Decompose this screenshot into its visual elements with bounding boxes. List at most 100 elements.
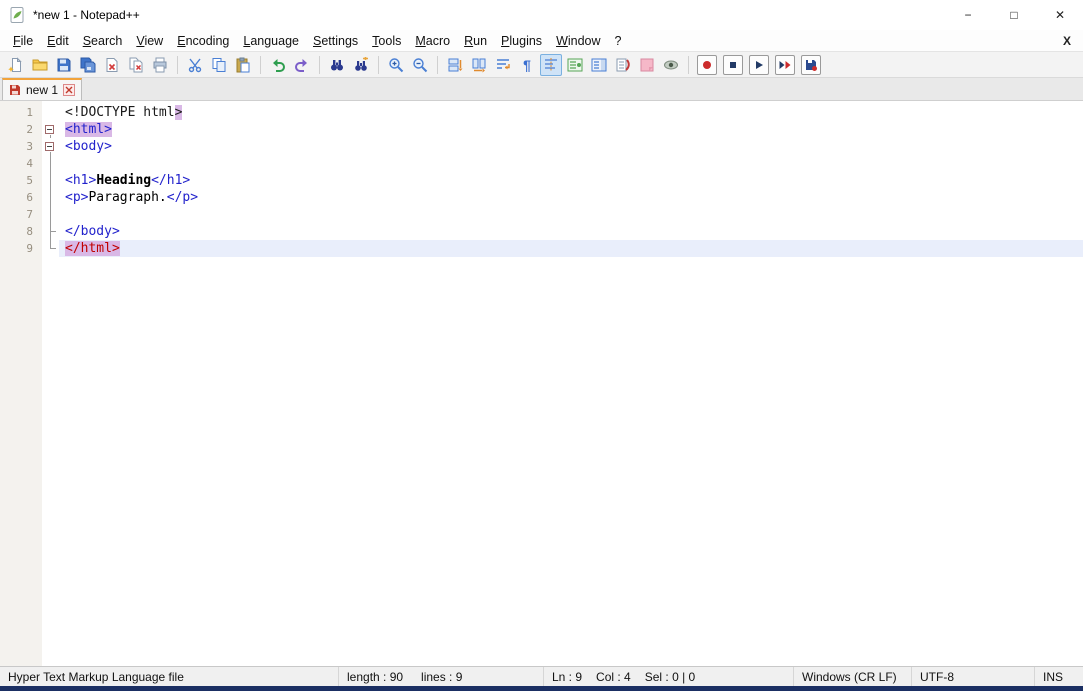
word-wrap-icon[interactable] [492,54,514,76]
show-all-characters-icon[interactable]: ¶ [516,54,538,76]
macro-run-multiple-icon[interactable] [775,55,795,75]
window-controls: − □ ✕ [945,0,1083,30]
replace-icon[interactable] [350,54,372,76]
print-icon[interactable] [149,54,171,76]
line-number: 2 [0,121,42,138]
status-encoding[interactable]: UTF-8 [912,667,1035,686]
tab-new-1[interactable]: new 1 [2,78,82,100]
undo-icon[interactable] [267,54,289,76]
macro-record-icon[interactable] [697,55,717,75]
fold-marker[interactable] [42,121,59,138]
fold-margin[interactable] [42,101,59,666]
paste-icon[interactable] [232,54,254,76]
code-line[interactable] [59,155,1083,172]
tab-label: new 1 [26,83,58,97]
status-bar: Hyper Text Markup Language file length :… [0,666,1083,686]
notepadpp-logo-icon [8,6,26,24]
code-line[interactable] [59,206,1083,223]
line-number-margin[interactable]: 123456789 [0,101,42,666]
window-title: *new 1 - Notepad++ [33,8,140,22]
menu-view[interactable]: View [129,32,170,50]
window-titlebar: *new 1 - Notepad++ − □ ✕ [0,0,1083,30]
menu-language[interactable]: Language [236,32,306,50]
save-all-icon[interactable] [77,54,99,76]
copy-icon[interactable] [208,54,230,76]
status-eol-format[interactable]: Windows (CR LF) [794,667,912,686]
menu-search[interactable]: Search [76,32,130,50]
tab-close-icon[interactable] [63,84,75,96]
document-map-icon[interactable] [588,54,610,76]
line-number: 3 [0,138,42,155]
zoom-in-icon[interactable] [385,54,407,76]
maximize-button[interactable]: □ [991,0,1037,30]
status-length-lines[interactable]: length : 90 lines : 9 [339,667,544,686]
macro-save-icon[interactable] [801,55,821,75]
menu-bar: File Edit Search View Encoding Language … [0,30,1083,51]
line-number: 4 [0,155,42,172]
toolbar-separator [260,56,261,74]
fold-marker[interactable] [42,138,59,155]
status-typing-mode[interactable]: INS [1035,667,1083,686]
open-folder-icon[interactable] [29,54,51,76]
code-line[interactable]: <html> [59,121,1083,138]
line-number: 1 [0,104,42,121]
find-icon[interactable] [326,54,348,76]
minimize-button[interactable]: − [945,0,991,30]
document-list-icon[interactable] [612,54,634,76]
close-document-icon[interactable] [101,54,123,76]
text-editor[interactable]: 123456789 <!DOCTYPE html><html><body> <h1… [0,100,1083,666]
line-number: 7 [0,206,42,223]
toolbar-separator [688,56,689,74]
code-line[interactable]: <!DOCTYPE html> [59,104,1083,121]
status-selection: Sel : 0 | 0 [645,670,695,684]
redo-icon[interactable] [291,54,313,76]
status-lines: lines : 9 [421,670,462,684]
close-all-documents-icon[interactable] [125,54,147,76]
status-length: length : 90 [347,670,403,684]
macro-stop-icon[interactable] [723,55,743,75]
menu-edit[interactable]: Edit [40,32,76,50]
code-area[interactable]: <!DOCTYPE html><html><body> <h1>Heading</… [59,101,1083,666]
menu-macro[interactable]: Macro [408,32,457,50]
sync-vertical-scrolling-icon[interactable] [444,54,466,76]
zoom-out-icon[interactable] [409,54,431,76]
close-button[interactable]: ✕ [1037,0,1083,30]
code-line[interactable]: <h1>Heading</h1> [59,172,1083,189]
close-document-x-button[interactable]: X [1063,34,1083,48]
status-doc-type[interactable]: Hyper Text Markup Language file [0,667,339,686]
fold-marker [42,240,59,257]
menu-run[interactable]: Run [457,32,494,50]
fold-marker [42,189,59,206]
fold-marker [42,223,59,240]
menu-plugins[interactable]: Plugins [494,32,549,50]
toolbar-separator [319,56,320,74]
show-indent-guide-icon[interactable] [540,54,562,76]
function-list-icon[interactable] [564,54,586,76]
menu-tools[interactable]: Tools [365,32,408,50]
status-column: Col : 4 [596,670,631,684]
fold-marker [42,155,59,172]
code-line[interactable]: </html> [59,240,1083,257]
monitoring-icon[interactable] [660,54,682,76]
code-line[interactable]: <body> [59,138,1083,155]
menu-file[interactable]: File [6,32,40,50]
window-bottom-edge [0,686,1083,691]
new-file-icon[interactable] [5,54,27,76]
status-cursor-position[interactable]: Ln : 9 Col : 4 Sel : 0 | 0 [544,667,794,686]
macro-play-icon[interactable] [749,55,769,75]
fold-marker [42,206,59,223]
menu-settings[interactable]: Settings [306,32,365,50]
code-line[interactable]: <p>Paragraph.</p> [59,189,1083,206]
fold-marker [42,172,59,189]
menu-window[interactable]: Window [549,32,607,50]
save-icon[interactable] [53,54,75,76]
post-it-icon[interactable] [636,54,658,76]
line-number: 8 [0,223,42,240]
tab-bar: new 1 [0,77,1083,100]
menu-encoding[interactable]: Encoding [170,32,236,50]
cut-icon[interactable] [184,54,206,76]
toolbar-separator [437,56,438,74]
code-line[interactable]: </body> [59,223,1083,240]
sync-horizontal-scrolling-icon[interactable] [468,54,490,76]
menu-help[interactable]: ? [608,32,629,50]
